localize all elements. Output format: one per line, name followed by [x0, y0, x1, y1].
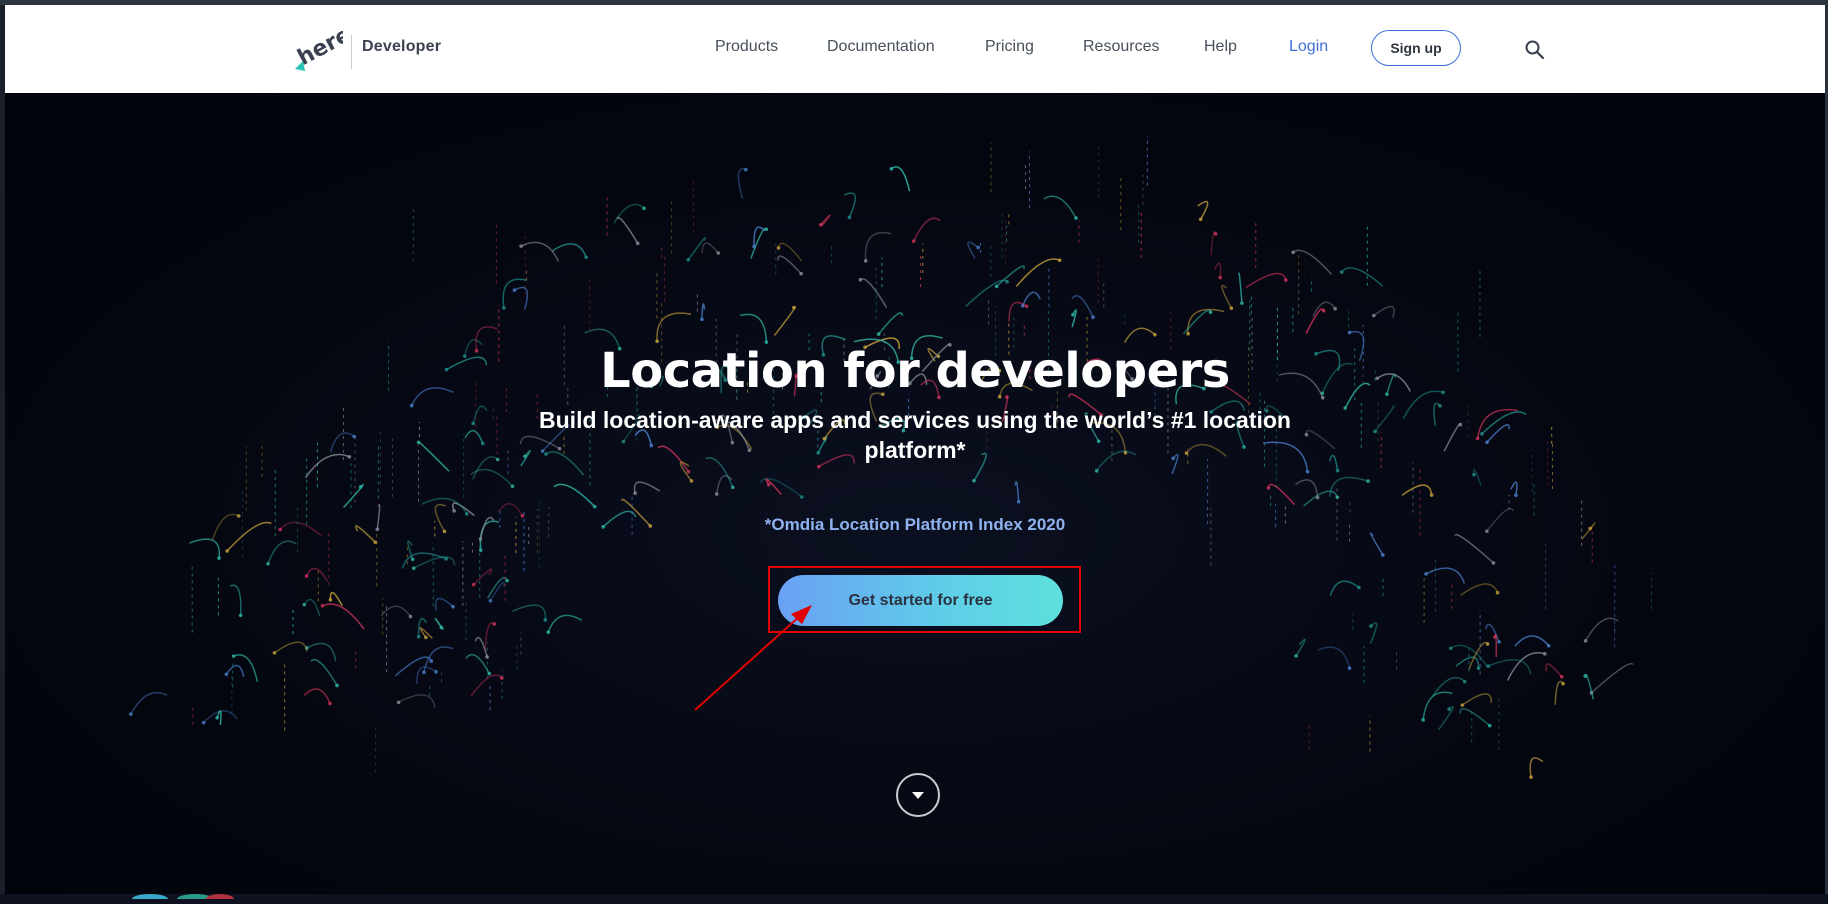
nav-pricing[interactable]: Pricing [985, 38, 1034, 56]
hero-section: Location for developers Build location-a… [5, 93, 1825, 894]
hero-source-note: *Omdia Location Platform Index 2020 [764, 515, 1066, 534]
nav-help[interactable]: Help [1204, 38, 1237, 56]
site-header: here Developer Products Documentation Pr… [5, 5, 1825, 94]
scroll-down-button[interactable] [896, 773, 940, 817]
nav-resources[interactable]: Resources [1083, 38, 1159, 56]
bottom-partial-elements [120, 886, 240, 904]
chevron-down-icon [912, 792, 924, 799]
nav-products[interactable]: Products [715, 38, 778, 56]
logo-divider [351, 35, 352, 69]
search-icon[interactable] [1524, 39, 1546, 61]
brand-label[interactable]: Developer [362, 38, 441, 56]
browser-viewport: here Developer Products Documentation Pr… [0, 0, 1828, 904]
hero-title: Location for developers [600, 343, 1230, 399]
nav-login[interactable]: Login [1289, 38, 1328, 56]
hero-subtitle: Build location-aware apps and services u… [539, 407, 1291, 463]
here-logo[interactable]: here [291, 22, 355, 73]
sign-up-button[interactable]: Sign up [1371, 30, 1461, 66]
nav-documentation[interactable]: Documentation [827, 38, 935, 56]
get-started-button[interactable]: Get started for free [778, 575, 1063, 626]
